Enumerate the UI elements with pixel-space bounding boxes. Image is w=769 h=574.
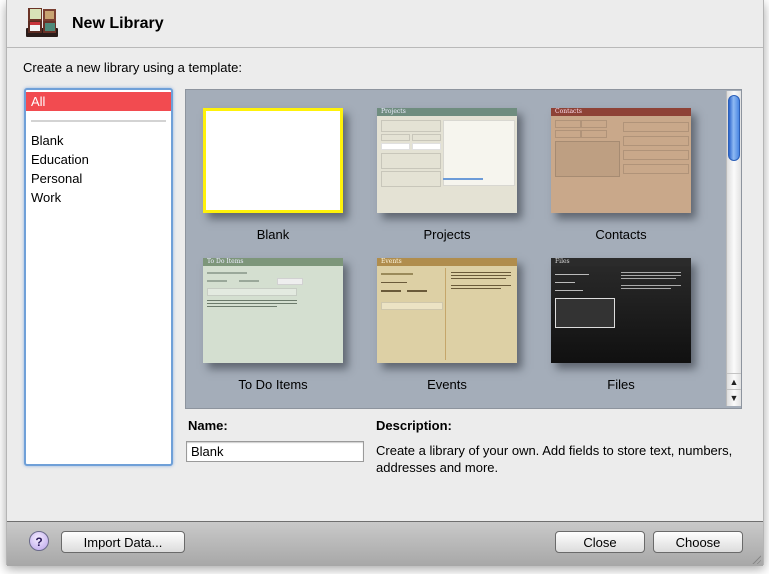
bottom-bar: ? Import Data... Close Choose <box>7 521 763 566</box>
template-label: Blank <box>256 227 290 242</box>
template-events[interactable]: Events Events <box>377 258 517 392</box>
category-separator <box>31 120 166 122</box>
import-data-button[interactable]: Import Data... <box>61 531 185 553</box>
new-library-dialog: New Library Create a new library using a… <box>6 0 764 566</box>
template-files[interactable]: Files Files <box>551 258 691 392</box>
category-item-personal[interactable]: Personal <box>26 169 171 188</box>
name-field[interactable] <box>186 441 364 462</box>
title-bar: New Library <box>7 0 763 48</box>
category-item-education[interactable]: Education <box>26 150 171 169</box>
category-item-all[interactable]: All <box>26 92 171 111</box>
template-label: Projects <box>423 227 471 242</box>
template-projects[interactable]: Projects Projects <box>377 108 517 242</box>
category-item-blank[interactable]: Blank <box>26 131 171 150</box>
template-thumbnail-contacts[interactable]: Contacts <box>551 108 691 213</box>
description-text: Create a library of your own. Add fields… <box>376 443 733 475</box>
category-item-work[interactable]: Work <box>26 188 171 207</box>
template-contacts[interactable]: Contacts Contacts <box>551 108 691 242</box>
description-label: Description: <box>376 418 452 433</box>
gallery-scrollbar[interactable]: ▲ ▼ <box>726 91 741 406</box>
library-app-icon <box>26 8 58 37</box>
template-thumbnail-projects[interactable]: Projects <box>377 108 517 213</box>
choose-button[interactable]: Choose <box>653 531 743 553</box>
template-thumbnail-blank[interactable] <box>203 108 343 213</box>
template-gallery: Blank Projects Projects Contacts Contact… <box>185 89 742 409</box>
template-label: Contacts <box>595 227 647 242</box>
category-list[interactable]: All Blank Education Personal Work <box>24 88 173 466</box>
template-to-do-items[interactable]: To Do Items To Do Items <box>203 258 343 392</box>
resize-grip-icon[interactable] <box>751 554 761 564</box>
template-blank[interactable]: Blank <box>203 108 343 242</box>
scroll-up-arrow-icon[interactable]: ▲ <box>727 373 741 390</box>
name-label: Name: <box>188 418 228 433</box>
instruction-text: Create a new library using a template: <box>23 60 242 75</box>
template-thumbnail-files[interactable]: Files <box>551 258 691 363</box>
template-thumbnail-to-do-items[interactable]: To Do Items <box>203 258 343 363</box>
scroll-down-arrow-icon[interactable]: ▼ <box>727 389 741 406</box>
template-label: Events <box>427 377 467 392</box>
dialog-title: New Library <box>72 15 164 32</box>
template-thumbnail-events[interactable]: Events <box>377 258 517 363</box>
help-icon[interactable]: ? <box>29 531 49 551</box>
scrollbar-thumb[interactable] <box>728 95 740 161</box>
template-label: To Do Items <box>238 377 308 392</box>
close-button[interactable]: Close <box>555 531 645 553</box>
template-label: Files <box>607 377 635 392</box>
